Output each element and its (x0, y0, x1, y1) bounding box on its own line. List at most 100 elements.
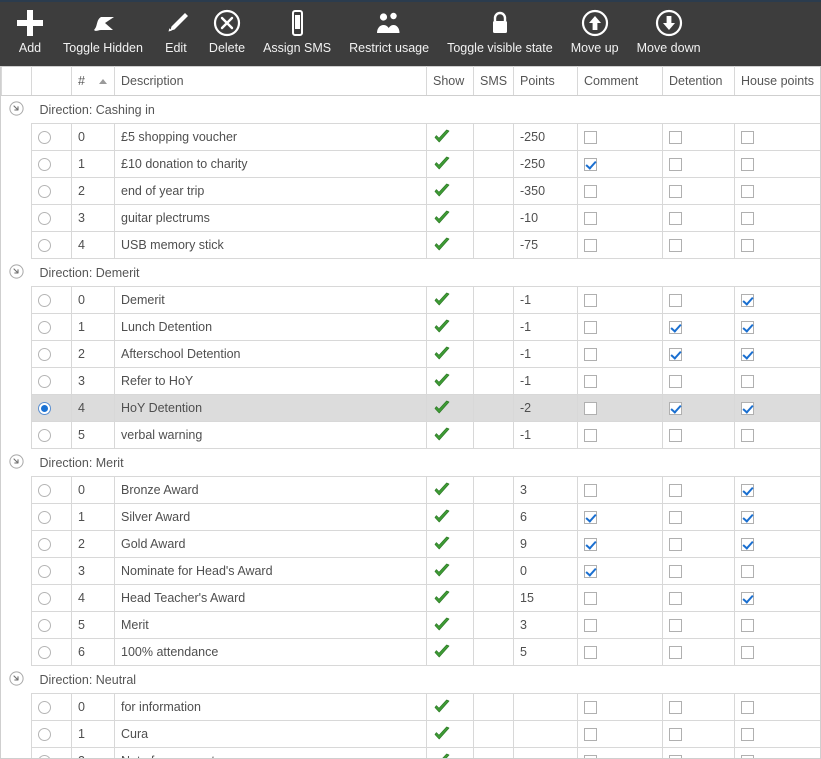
row-select-radio[interactable] (31, 123, 72, 151)
row-comment-checkbox[interactable] (577, 747, 663, 758)
column-header-house_points[interactable]: House points (734, 66, 820, 96)
row-comment-checkbox[interactable] (577, 638, 663, 666)
radio-button[interactable] (38, 348, 51, 362)
checkbox[interactable] (669, 484, 682, 498)
row-detention-checkbox[interactable] (662, 204, 735, 232)
row-select-radio[interactable] (31, 313, 72, 341)
table-row[interactable]: 6 100% attendance 5 (1, 638, 820, 666)
row-description[interactable]: Afterschool Detention (114, 340, 427, 368)
row-comment-checkbox[interactable] (577, 204, 663, 232)
checkbox[interactable] (584, 131, 597, 145)
row-detention-checkbox[interactable] (662, 313, 735, 341)
checkbox[interactable] (741, 131, 754, 145)
radio-button[interactable] (38, 755, 51, 758)
checkbox[interactable] (669, 429, 682, 443)
group-collapse-icon[interactable] (1, 448, 32, 477)
checkbox[interactable] (741, 375, 754, 389)
checkbox[interactable] (669, 619, 682, 633)
table-row[interactable]: 1 Lunch Detention -1 (1, 313, 820, 341)
toolbar-button-toggle-hidden[interactable]: Toggle Hidden (54, 2, 152, 62)
checkbox[interactable] (741, 728, 754, 742)
checkbox[interactable] (741, 239, 754, 253)
radio-button[interactable] (38, 402, 51, 416)
checkbox[interactable] (584, 321, 597, 335)
row-detention-checkbox[interactable] (662, 557, 735, 585)
row-house-points-checkbox[interactable] (734, 367, 820, 395)
row-detention-checkbox[interactable] (662, 150, 735, 178)
row-detention-checkbox[interactable] (662, 584, 735, 612)
row-select-radio[interactable] (31, 286, 72, 314)
checkbox[interactable] (669, 755, 682, 758)
checkbox[interactable] (669, 728, 682, 742)
checkbox[interactable] (584, 212, 597, 226)
row-select-radio[interactable] (31, 177, 72, 205)
checkbox[interactable] (584, 728, 597, 742)
group-header-row[interactable]: Direction: Merit (1, 448, 820, 477)
row-description[interactable]: Nominate for Head's Award (114, 557, 427, 585)
row-house-points-checkbox[interactable] (734, 530, 820, 558)
radio-button[interactable] (38, 701, 51, 715)
row-comment-checkbox[interactable] (577, 611, 663, 639)
column-header-detention[interactable]: Detention (662, 66, 735, 96)
row-comment-checkbox[interactable] (577, 340, 663, 368)
checkbox[interactable] (584, 619, 597, 633)
row-house-points-checkbox[interactable] (734, 503, 820, 531)
toolbar-button-assign-sms[interactable]: Assign SMS (254, 2, 340, 62)
checkbox[interactable] (741, 158, 754, 172)
toolbar-button-add[interactable]: Add (6, 2, 54, 62)
row-description[interactable]: Note from parent (114, 747, 427, 758)
checkbox[interactable] (741, 511, 754, 525)
checkbox[interactable] (669, 212, 682, 226)
table-row[interactable]: 3 Nominate for Head's Award 0 (1, 557, 820, 585)
row-detention-checkbox[interactable] (662, 720, 735, 748)
radio-button[interactable] (38, 158, 51, 172)
row-comment-checkbox[interactable] (577, 476, 663, 504)
row-description[interactable]: Bronze Award (114, 476, 427, 504)
row-house-points-checkbox[interactable] (734, 611, 820, 639)
table-row[interactable]: 0 Bronze Award 3 (1, 476, 820, 504)
checkbox[interactable] (584, 701, 597, 715)
checkbox[interactable] (741, 185, 754, 199)
row-description[interactable]: Gold Award (114, 530, 427, 558)
row-detention-checkbox[interactable] (662, 123, 735, 151)
checkbox[interactable] (669, 158, 682, 172)
row-detention-checkbox[interactable] (662, 503, 735, 531)
row-description[interactable]: £10 donation to charity (114, 150, 427, 178)
checkbox[interactable] (669, 402, 682, 416)
checkbox[interactable] (669, 511, 682, 525)
column-header-num[interactable]: # (71, 66, 115, 96)
checkbox[interactable] (741, 701, 754, 715)
checkbox[interactable] (741, 429, 754, 443)
table-row[interactable]: 5 Merit 3 (1, 611, 820, 639)
row-description[interactable]: for information (114, 693, 427, 721)
group-header-row[interactable]: Direction: Demerit (1, 258, 820, 287)
checkbox[interactable] (584, 429, 597, 443)
column-header-description[interactable]: Description (114, 66, 427, 96)
radio-button[interactable] (38, 239, 51, 253)
row-detention-checkbox[interactable] (662, 747, 735, 758)
row-detention-checkbox[interactable] (662, 367, 735, 395)
checkbox[interactable] (741, 755, 754, 758)
checkbox[interactable] (584, 402, 597, 416)
radio-button[interactable] (38, 429, 51, 443)
row-comment-checkbox[interactable] (577, 557, 663, 585)
table-row[interactable]: 2Note from parent (1, 747, 820, 758)
row-comment-checkbox[interactable] (577, 313, 663, 341)
row-select-radio[interactable] (31, 747, 72, 758)
checkbox[interactable] (741, 565, 754, 579)
row-house-points-checkbox[interactable] (734, 286, 820, 314)
table-row[interactable]: 5 verbal warning -1 (1, 421, 820, 449)
row-comment-checkbox[interactable] (577, 720, 663, 748)
checkbox[interactable] (584, 565, 597, 579)
row-house-points-checkbox[interactable] (734, 394, 820, 422)
table-row[interactable]: 1 Cura (1, 720, 820, 748)
row-detention-checkbox[interactable] (662, 638, 735, 666)
row-detention-checkbox[interactable] (662, 421, 735, 449)
checkbox[interactable] (741, 348, 754, 362)
checkbox[interactable] (741, 321, 754, 335)
checkbox[interactable] (669, 239, 682, 253)
checkbox[interactable] (584, 511, 597, 525)
radio-button[interactable] (38, 321, 51, 335)
row-house-points-checkbox[interactable] (734, 177, 820, 205)
row-description[interactable]: verbal warning (114, 421, 427, 449)
